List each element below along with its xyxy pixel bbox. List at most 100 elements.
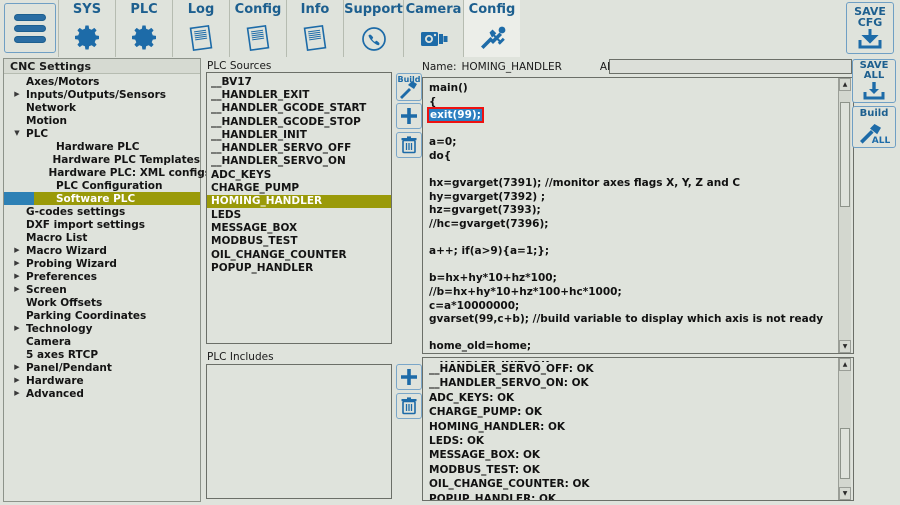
tab-info[interactable]: Info [286,0,343,57]
sidebar-item-work-offsets[interactable]: Work Offsets [4,296,200,309]
main-menu-button[interactable] [4,3,56,53]
add-include-button[interactable] [396,364,422,390]
tab-config-doc[interactable]: Config [229,0,286,57]
build-output-panel[interactable]: __HANDLER_INIT: OK__HANDLER_SERVO_OFF: O… [422,357,854,501]
sidebar-item-plc-configuration[interactable]: PLC Configuration [4,179,200,192]
chevron-right-icon[interactable]: ▶ [12,270,22,283]
list-item[interactable]: CHARGE_PUMP [207,181,391,194]
scroll-down-icon[interactable]: ▼ [839,340,851,353]
code-line[interactable]: hx=gvarget(7391); //monitor axes flags X… [429,177,853,191]
list-item[interactable]: __HANDLER_GCODE_STOP [207,115,391,128]
code-line[interactable]: gvarset(99,c+b); //build variable to dis… [429,313,853,327]
sidebar-item-parking-coordinates[interactable]: Parking Coordinates [4,309,200,322]
code-line[interactable]: home_old=home; [429,340,853,354]
code-line[interactable]: { [429,96,853,110]
sidebar-item-software-plc[interactable]: Software PLC [4,192,200,205]
scroll-down-icon[interactable]: ▼ [839,487,851,500]
sidebar-item-macro-wizard[interactable]: ▶Macro Wizard [4,244,200,257]
list-item[interactable]: MESSAGE_BOX [207,221,391,234]
sidebar-item-inputs-outputs-sensors[interactable]: ▶Inputs/Outputs/Sensors [4,88,200,101]
scroll-up-icon[interactable]: ▲ [839,358,851,371]
sidebar-item-hardware-plc-templates[interactable]: Hardware PLC Templates [4,153,200,166]
list-item[interactable]: __HANDLER_SERVO_OFF [207,141,391,154]
sidebar-item-screen[interactable]: ▶Screen [4,283,200,296]
scroll-up-icon[interactable]: ▲ [839,78,851,91]
list-item[interactable]: __HANDLER_INIT [207,128,391,141]
list-item[interactable]: __HANDLER_SERVO_ON [207,155,391,168]
code-editor[interactable]: main(){exit(99); a=0;do{ hx=gvarget(7391… [422,77,854,354]
sidebar-item-panel-pendant[interactable]: ▶Panel/Pendant [4,361,200,374]
build-all-button[interactable]: Build ALL [852,106,896,148]
code-line[interactable]: a=0; [429,136,853,150]
list-item-label: MODBUS_TEST [211,235,298,247]
tab-log[interactable]: Log [172,0,229,57]
sidebar-item-g-codes-settings[interactable]: G-codes settings [4,205,200,218]
sidebar-item-advanced[interactable]: ▶Advanced [4,387,200,400]
chevron-right-icon[interactable]: ▶ [12,387,22,400]
sidebar-item-hardware[interactable]: ▶Hardware [4,374,200,387]
plc-includes-list[interactable] [206,364,392,499]
code-line[interactable]: main() [429,82,853,96]
sidebar-item-5-axes-rtcp[interactable]: 5 axes RTCP [4,348,200,361]
sidebar-item-technology[interactable]: ▶Technology [4,322,200,335]
sidebar-item-hardware-plc[interactable]: Hardware PLC [4,140,200,153]
list-item[interactable]: POPUP_HANDLER [207,261,391,274]
save-cfg-button[interactable]: SAVE CFG [846,2,894,54]
code-line[interactable]: b=hx+hy*10+hz*100; [429,272,853,286]
code-text[interactable]: main(){exit(99); a=0;do{ hx=gvarget(7391… [423,78,853,354]
editor-scroll-thumb[interactable] [840,102,850,207]
delete-include-button[interactable] [396,393,422,419]
code-line[interactable]: hy=gvarget(7392) ; [429,191,853,205]
list-item[interactable]: HOMING_HANDLER [207,195,391,208]
list-item[interactable]: __HANDLER_GCODE_START [207,102,391,115]
sidebar-item-motion[interactable]: Motion [4,114,200,127]
tab-camera[interactable]: Camera [403,0,463,57]
chevron-right-icon[interactable]: ▶ [12,257,22,270]
sidebar-item-probing-wizard[interactable]: ▶Probing Wizard [4,257,200,270]
editor-scrollbar[interactable]: ▲ ▼ [838,78,851,353]
list-item[interactable]: __HANDLER_EXIT [207,88,391,101]
code-line[interactable]: //hc=gvarget(7396); [429,218,853,232]
save-all-button[interactable]: SAVE ALL [852,59,896,103]
chevron-right-icon[interactable]: ▶ [12,283,22,296]
tree-spacer [12,231,22,244]
sidebar-item-macro-list[interactable]: Macro List [4,231,200,244]
chevron-right-icon[interactable]: ▶ [12,361,22,374]
code-line[interactable]: //b=hx+hy*10+hz*100+hc*1000; [429,286,853,300]
chevron-down-icon[interactable]: ▼ [12,127,22,140]
tab-sys[interactable]: SYS [58,0,115,57]
sidebar-item-preferences[interactable]: ▶Preferences [4,270,200,283]
code-line[interactable]: c=a*10000000; [429,300,853,314]
tab-support[interactable]: Support [343,0,403,57]
chevron-right-icon[interactable]: ▶ [12,322,22,335]
sidebar-item-network[interactable]: Network [4,101,200,114]
list-item[interactable]: MODBUS_TEST [207,235,391,248]
add-source-button[interactable] [396,103,422,129]
aliases-input[interactable] [609,59,852,74]
sidebar-item-dxf-import-settings[interactable]: DXF import settings [4,218,200,231]
build-button[interactable]: Build [396,73,422,101]
download-tray-icon [861,81,887,101]
tab-plc[interactable]: PLC [115,0,172,57]
code-line[interactable]: hz=gvarget(7393); [429,204,853,218]
list-item[interactable]: ADC_KEYS [207,168,391,181]
chevron-right-icon[interactable]: ▶ [12,88,22,101]
chevron-right-icon[interactable]: ▶ [12,374,22,387]
output-scroll-thumb[interactable] [840,428,850,479]
selected-code-token[interactable]: exit(99); [429,109,482,121]
output-scrollbar[interactable]: ▲ ▼ [838,358,851,500]
sidebar-item-plc[interactable]: ▼PLC [4,127,200,140]
sidebar-item-hardware-plc-xml-configs[interactable]: Hardware PLC: XML configs [4,166,200,179]
chevron-right-icon[interactable]: ▶ [12,244,22,257]
list-item[interactable]: LEDS [207,208,391,221]
code-line[interactable]: a++; if(a>9){a=1;}; [429,245,853,259]
sidebar-item-axes-motors[interactable]: Axes/Motors [4,75,200,88]
sidebar-item-camera[interactable]: Camera [4,335,200,348]
delete-source-button[interactable] [396,132,422,158]
plc-sources-list[interactable]: __BV17__HANDLER_EXIT__HANDLER_GCODE_STAR… [206,72,392,344]
list-item[interactable]: __BV17 [207,75,391,88]
code-line[interactable]: do{ [429,150,853,164]
tab-config-tools[interactable]: Config [463,0,520,57]
list-item[interactable]: OIL_CHANGE_COUNTER [207,248,391,261]
code-line-selected[interactable]: exit(99); [429,109,853,123]
